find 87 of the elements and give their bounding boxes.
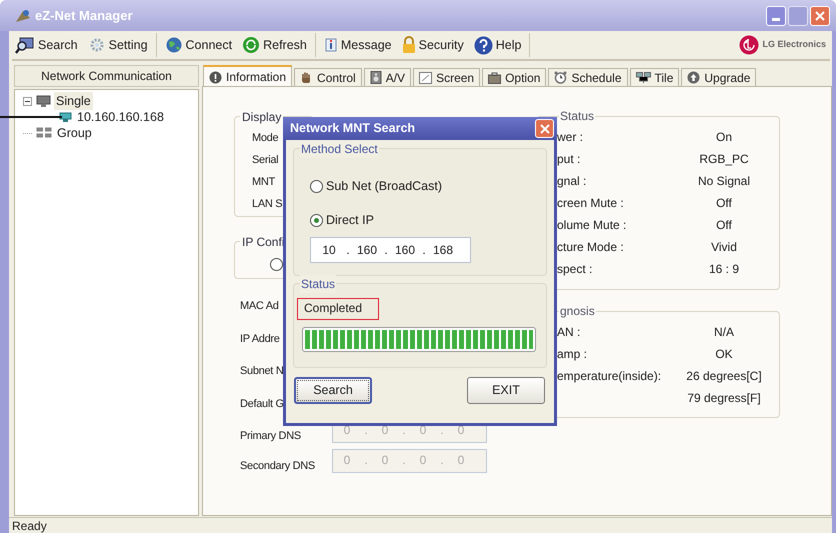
toolbar-button[interactable]: Search (12, 33, 81, 57)
tab[interactable]: A/V (364, 68, 412, 87)
field-label: MAC Ad (240, 299, 279, 314)
globe-icon (164, 36, 183, 54)
radio-button[interactable] (310, 214, 323, 227)
brand-name: LG Electronics (762, 38, 826, 52)
toolbar-button[interactable]: Message (320, 33, 395, 57)
tab[interactable]: Option (482, 68, 546, 87)
status-value: On (714, 129, 733, 146)
collapse-toggle[interactable] (23, 96, 32, 106)
status-value: No Signal (696, 173, 752, 190)
upload-icon (687, 71, 700, 84)
status-label: spect : (557, 261, 592, 278)
field-label: Secondary DNS (240, 459, 315, 474)
speaker-icon (370, 71, 382, 84)
status-label: olume Mute : (557, 217, 626, 234)
radio-label: Direct IP (326, 212, 374, 229)
lock-icon (402, 36, 416, 54)
status-label: put : (557, 151, 580, 168)
tree-item[interactable]: 10.160.160.168 (75, 108, 166, 126)
network-icon (636, 72, 650, 84)
panel-header: Network Communication (14, 65, 199, 87)
refresh-icon (242, 36, 260, 54)
close-icon (815, 10, 825, 20)
briefcase-icon (488, 72, 502, 84)
status-label: emperature(inside): (557, 368, 662, 385)
field-label: MNT (252, 175, 275, 190)
magnifier-icon (15, 36, 35, 54)
status-value: Vivid (710, 239, 738, 256)
close-button[interactable] (810, 6, 830, 26)
tab[interactable]: Schedule (548, 68, 628, 87)
window-icon (419, 72, 432, 84)
tree-item[interactable]: Single (54, 92, 93, 110)
status-label: cture Mode : (557, 239, 624, 256)
status-label: amp : (557, 346, 588, 363)
logo-icon (739, 35, 760, 55)
info-icon (324, 37, 338, 53)
status-label: AN : (557, 324, 580, 341)
status-value: Off (715, 217, 733, 234)
status-value: OK (714, 346, 734, 363)
clock-icon (554, 71, 568, 84)
app-icon (14, 8, 32, 24)
status-label: creen Mute : (557, 195, 624, 212)
tab[interactable]: Upgrade (681, 68, 756, 87)
window-title: eZ-Net Manager (35, 6, 133, 25)
status-label: gnal : (557, 173, 586, 190)
alert-icon (209, 70, 222, 84)
field-label: Mode (252, 131, 278, 146)
toolbar-button[interactable]: Security (398, 33, 467, 57)
dialog-title: Network MNT Search (290, 120, 416, 138)
tab[interactable]: Control (294, 68, 362, 87)
close-button[interactable] (535, 119, 554, 138)
monitor-icon (59, 112, 72, 122)
toolbar-button[interactable]: Refresh (239, 33, 310, 57)
minimize-button[interactable] (766, 6, 786, 26)
monitors-icon (36, 127, 52, 139)
toolbar-button[interactable]: Setting (84, 33, 151, 57)
gear-icon (88, 37, 106, 53)
status-text: Ready (12, 518, 47, 533)
tab[interactable]: Screen (413, 68, 480, 87)
tab[interactable]: Tile (630, 68, 680, 87)
toolbar-button[interactable]: Connect (162, 33, 236, 57)
status-value: RGB_PC (698, 151, 750, 168)
radio-button[interactable] (310, 180, 323, 193)
field-label: Default G (240, 397, 284, 412)
dialog-button[interactable]: EXIT (467, 377, 545, 404)
dialog-button[interactable]: Search (294, 377, 372, 404)
field-label: Serial (252, 153, 278, 168)
field-label: Primary DNS (240, 429, 301, 444)
status-value: 79 degress[F] (686, 390, 762, 407)
status-message: Completed (297, 298, 379, 320)
status-value: 16 : 9 (708, 261, 740, 278)
leader-line (0, 116, 62, 119)
field-label: Subnet N (240, 364, 284, 379)
field-label: LAN S (252, 197, 282, 212)
ip-field[interactable]: 10 . 160 . 160 . 168 (310, 237, 471, 263)
monitor-icon (36, 94, 51, 108)
status-label: wer : (557, 129, 584, 146)
toolbar-button[interactable]: Help (470, 33, 524, 57)
tree-item[interactable]: Group (55, 124, 94, 142)
close-icon (540, 124, 550, 134)
help-icon (474, 36, 493, 54)
field-label: IP Addre (240, 332, 280, 347)
radio-label: Sub Net (BroadCast) (326, 178, 442, 195)
status-value: N/A (712, 324, 735, 341)
status-value: Off (715, 195, 733, 212)
tab[interactable]: Information (203, 65, 292, 87)
